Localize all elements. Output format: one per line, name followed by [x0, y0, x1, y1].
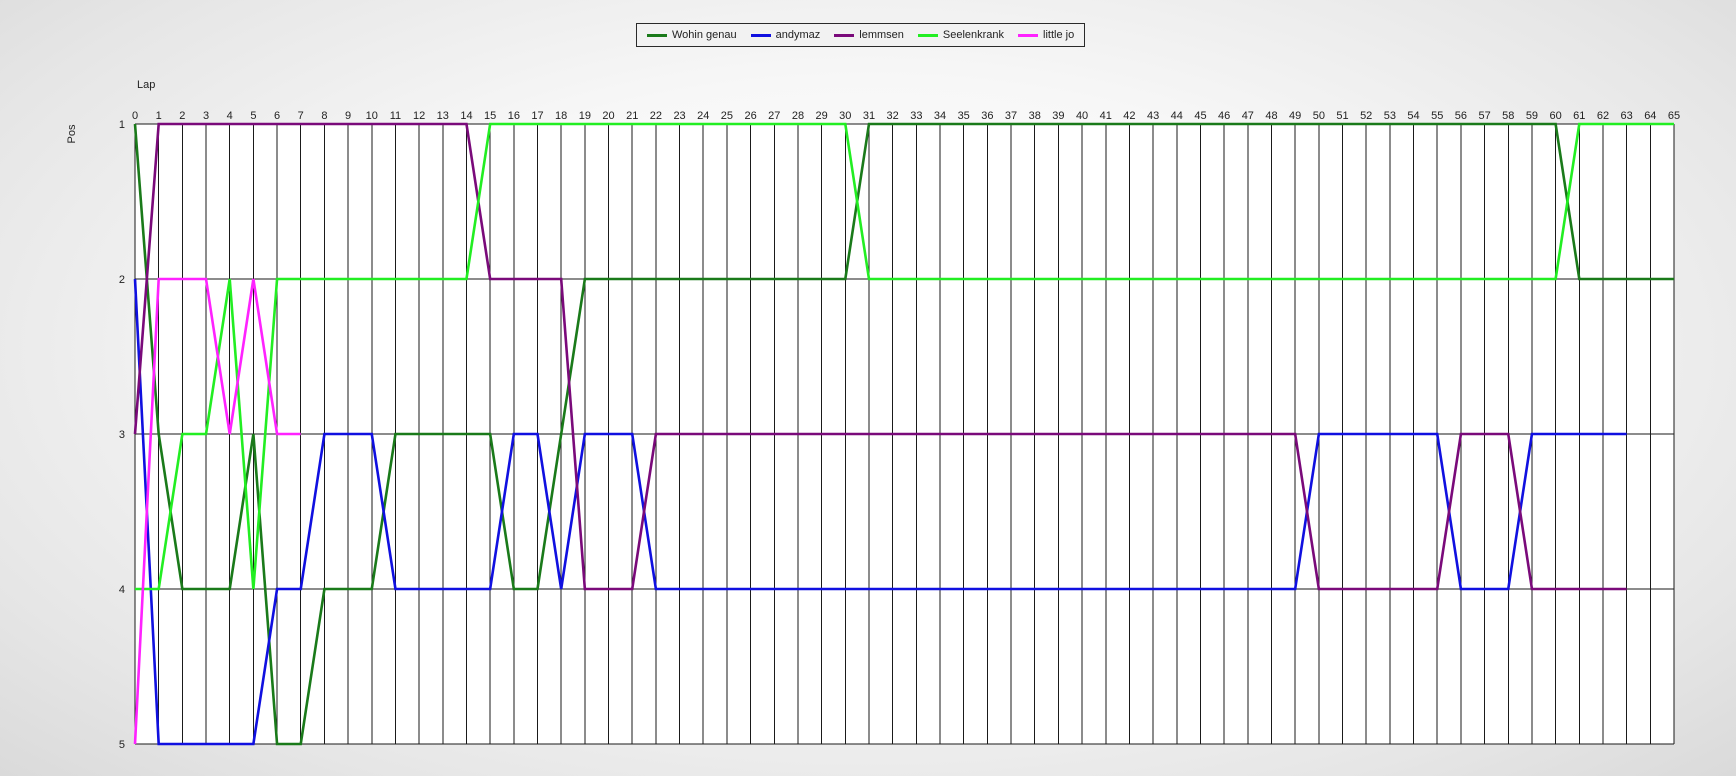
x-tick-label: 22 [650, 110, 662, 122]
x-tick-label: 55 [1431, 110, 1443, 122]
x-tick-label: 62 [1597, 110, 1609, 122]
x-tick-label: 38 [1029, 110, 1041, 122]
y-tick-label: 1 [119, 119, 125, 131]
y-tick-label: 5 [119, 739, 125, 751]
y-tick-label: 3 [119, 429, 125, 441]
x-tick-label: 5 [250, 110, 256, 122]
x-tick-label: 18 [555, 110, 567, 122]
x-tick-label: 9 [345, 110, 351, 122]
x-tick-label: 7 [298, 110, 304, 122]
x-tick-label: 46 [1218, 110, 1230, 122]
x-tick-label: 43 [1147, 110, 1159, 122]
x-tick-label: 60 [1549, 110, 1561, 122]
x-tick-label: 19 [579, 110, 591, 122]
x-tick-label: 10 [366, 110, 378, 122]
x-tick-label: 49 [1289, 110, 1301, 122]
x-tick-label: 37 [1005, 110, 1017, 122]
x-tick-label: 57 [1478, 110, 1490, 122]
x-tick-label: 1 [156, 110, 162, 122]
x-tick-label: 11 [390, 110, 401, 122]
x-tick-label: 4 [227, 110, 233, 122]
x-tick-label: 14 [460, 110, 472, 122]
x-tick-label: 52 [1360, 110, 1372, 122]
x-tick-label: 13 [437, 110, 449, 122]
x-tick-label: 45 [1194, 110, 1206, 122]
position-chart: 0 1 2 3 4 5 6 7 8 9 10 11 12 13 14 15 16 17 18 19 20 21 22 23 24… [66, 79, 1680, 751]
x-tick-label: 20 [602, 110, 614, 122]
x-tick-label: 42 [1123, 110, 1135, 122]
x-tick-label: 27 [768, 110, 780, 122]
x-tick-label: 6 [274, 110, 280, 122]
x-tick-label: 47 [1242, 110, 1254, 122]
x-axis-label: Lap [137, 79, 155, 91]
x-tick-label: 53 [1384, 110, 1396, 122]
x-tick-label: 25 [721, 110, 733, 122]
x-tick-label: 29 [816, 110, 828, 122]
y-tick-label: 2 [119, 274, 125, 286]
x-tick-label: 56 [1455, 110, 1467, 122]
x-tick-label: 23 [673, 110, 685, 122]
x-tick-label: 31 [863, 110, 875, 122]
x-tick-label: 15 [484, 110, 496, 122]
x-tick-label: 2 [179, 110, 185, 122]
chart-area: Wohin genau andymaz lemmsen Seelenkrank litt… [0, 0, 1736, 776]
x-tick-label: 50 [1313, 110, 1325, 122]
x-tick-label: 3 [203, 110, 209, 122]
x-tick-label: 34 [934, 110, 946, 122]
x-tick-label: 65 [1668, 110, 1680, 122]
x-tick-label: 28 [792, 110, 804, 122]
x-tick-label: 41 [1100, 110, 1112, 122]
x-tick-label: 59 [1526, 110, 1538, 122]
x-tick-label: 30 [839, 110, 851, 122]
x-tick-label: 63 [1621, 110, 1633, 122]
x-tick-label: 58 [1502, 110, 1514, 122]
x-tick-label: 48 [1265, 110, 1277, 122]
y-axis-label: Pos [66, 124, 78, 143]
x-tick-label: 0 [132, 110, 138, 122]
x-tick-label: 8 [321, 110, 327, 122]
x-tick-label: 51 [1336, 110, 1348, 122]
x-tick-label: 64 [1644, 110, 1656, 122]
x-tick-label: 21 [626, 110, 638, 122]
x-tick-label: 24 [697, 110, 709, 122]
x-tick-label: 16 [508, 110, 520, 122]
x-tick-label: 35 [958, 110, 970, 122]
x-tick-label: 54 [1407, 110, 1419, 122]
x-tick-label: 12 [413, 110, 425, 122]
y-tick-label: 4 [119, 584, 125, 596]
x-tick-label: 36 [981, 110, 993, 122]
x-tick-label: 32 [887, 110, 899, 122]
x-tick-label: 33 [910, 110, 922, 122]
x-tick-label: 17 [531, 110, 543, 122]
x-tick-label: 39 [1052, 110, 1064, 122]
x-tick-label: 44 [1171, 110, 1183, 122]
x-tick-label: 26 [744, 110, 756, 122]
x-tick-label: 40 [1076, 110, 1088, 122]
x-tick-label: 61 [1573, 110, 1585, 122]
